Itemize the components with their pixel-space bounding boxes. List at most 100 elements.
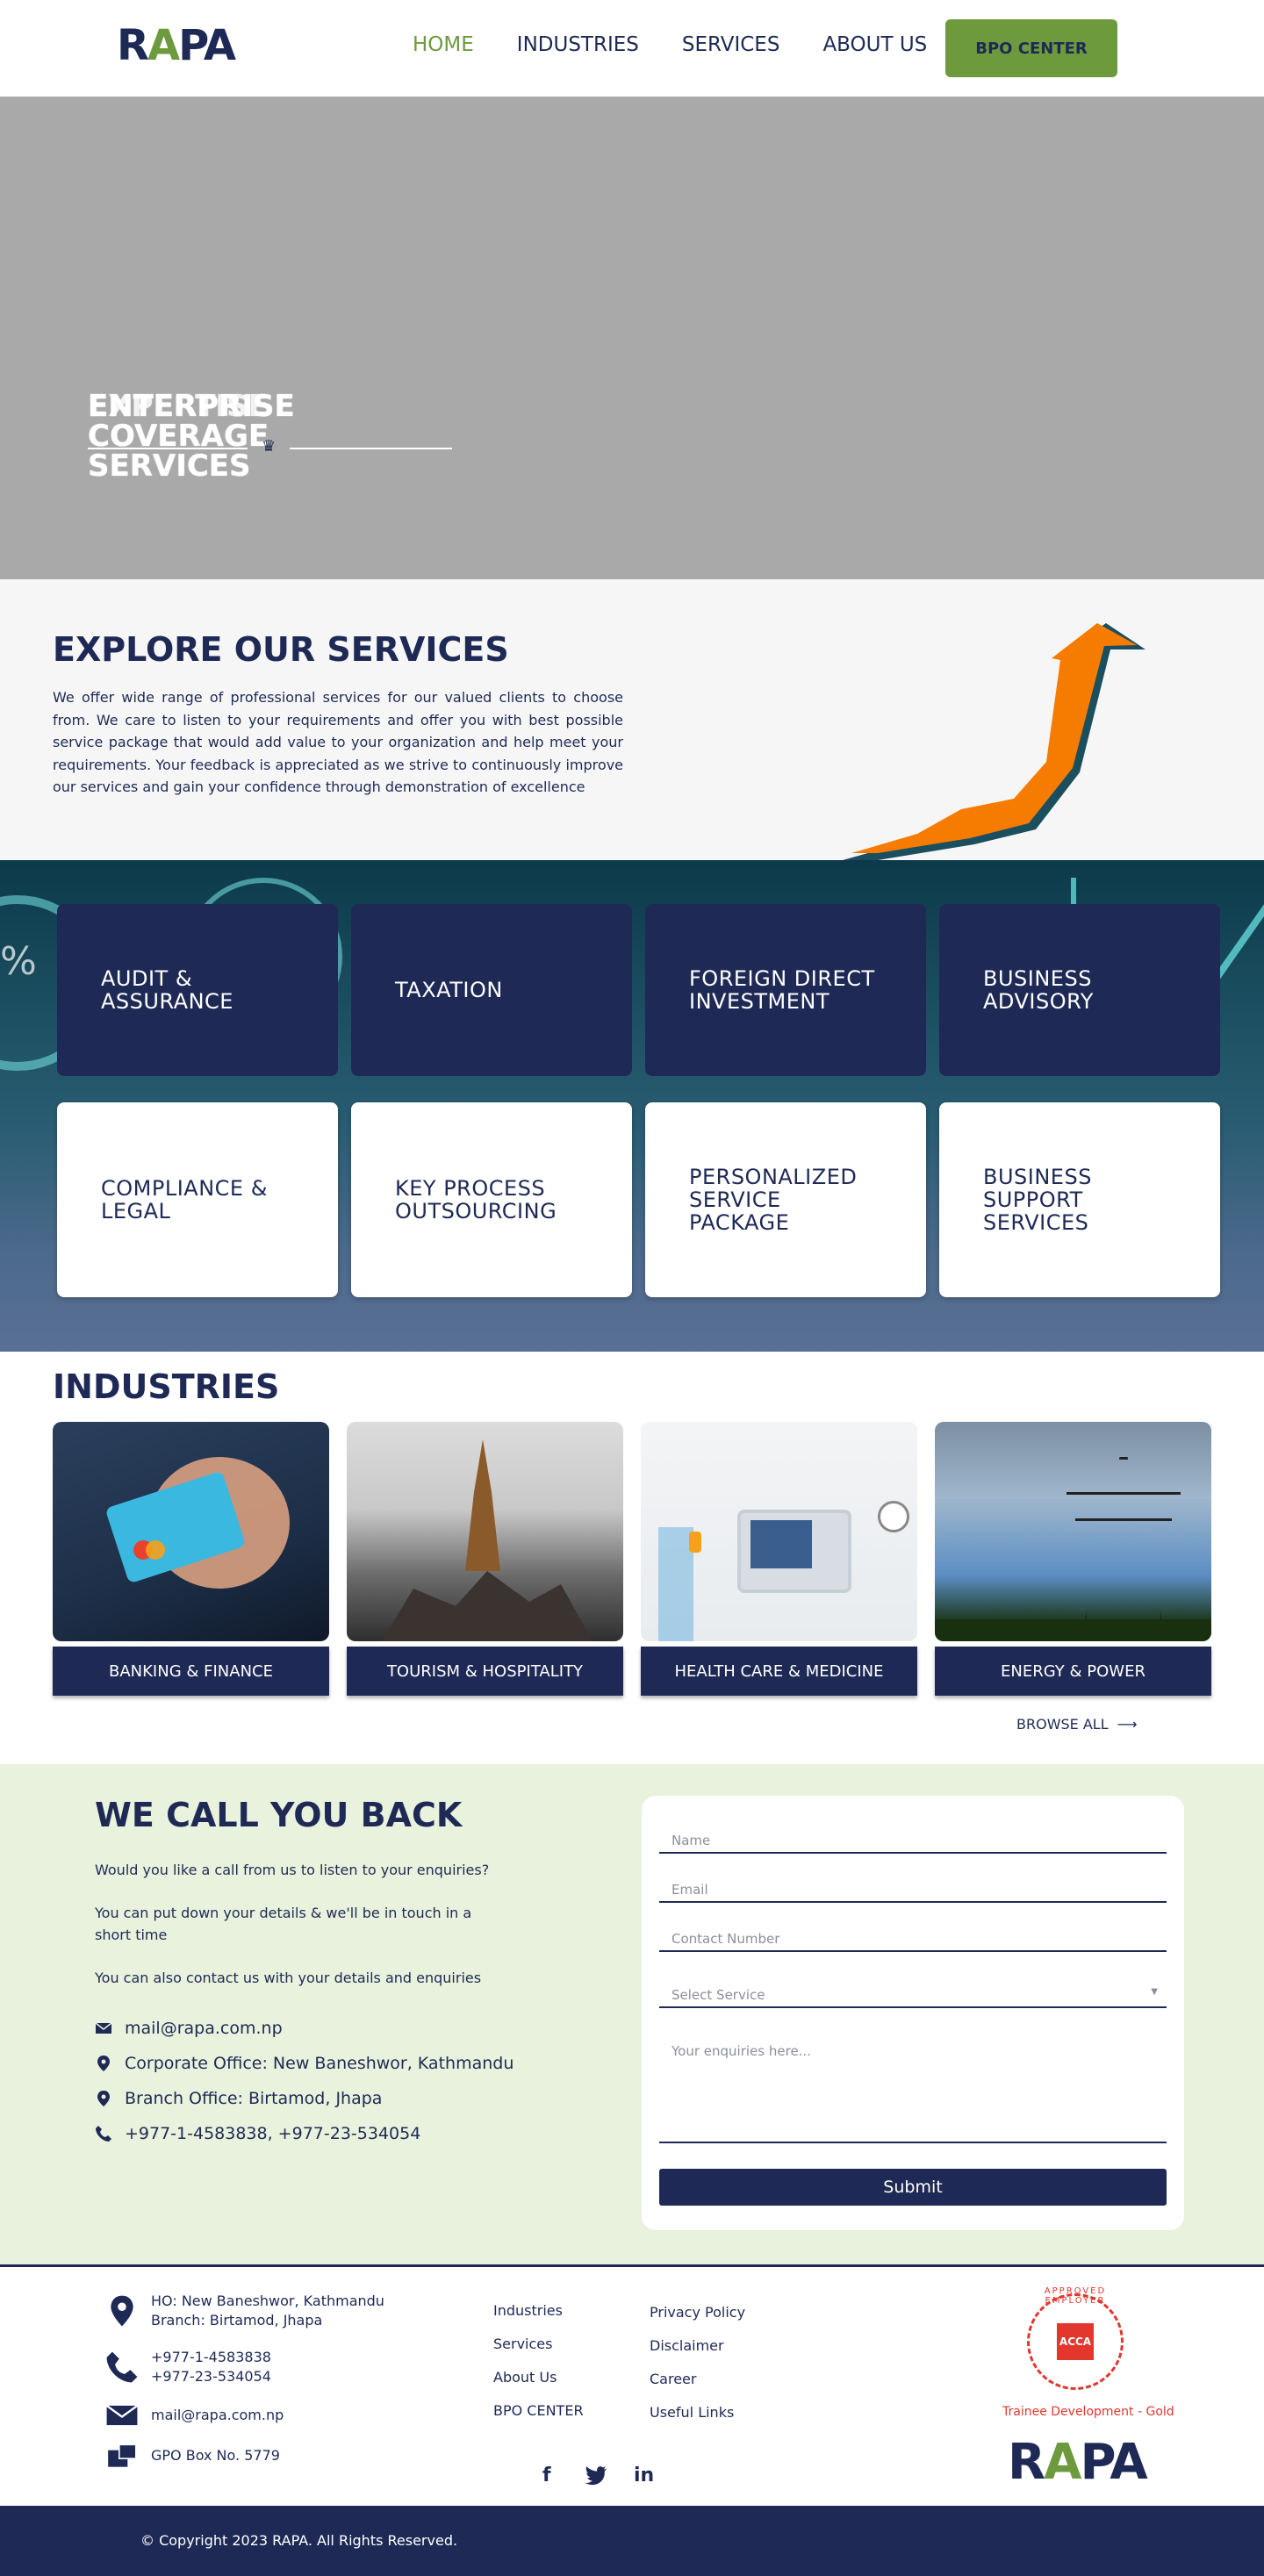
nav-about[interactable]: ABOUT US: [822, 33, 927, 56]
footer-phone-2[interactable]: +977-23-534054: [151, 2367, 271, 2386]
facebook-icon[interactable]: f: [542, 2465, 551, 2486]
linkedin-icon[interactable]: in: [634, 2465, 654, 2486]
contact-corporate-row: Corporate Office: New Baneshwor, Kathman…: [95, 2054, 514, 2073]
callback-heading: WE CALL YOU BACK: [95, 1796, 463, 1834]
industry-card-health[interactable]: HEALTH CARE & MEDICINE: [641, 1422, 917, 1696]
service-compliance[interactable]: COMPLIANCE & LEGAL: [57, 1102, 338, 1297]
footer-link-bpo[interactable]: BPO CENTER: [493, 2402, 584, 2419]
contact-phone-row: +977-1-4583838, +977-23-534054: [95, 2124, 420, 2143]
enquiry-textarea[interactable]: Your enquiries here...: [659, 2043, 1167, 2143]
footer-link-career[interactable]: Career: [650, 2371, 696, 2387]
hero-divider-right: [290, 448, 452, 449]
footer-pobox-text: GPO Box No. 5779: [151, 2447, 280, 2464]
growth-arrow-icon: [843, 623, 1146, 860]
hero-divider-left: [88, 448, 248, 449]
explore-heading: EXPLORE OUR SERVICES: [53, 630, 509, 669]
temple-image: [347, 1422, 623, 1641]
footer-phone-1[interactable]: +977-1-4583838: [151, 2348, 271, 2367]
footer-link-disclaimer[interactable]: Disclaimer: [650, 2337, 724, 2354]
service-select[interactable]: Select Service ▼: [659, 1987, 1167, 2008]
service-business-advisory[interactable]: BUSINESS ADVISORY: [939, 904, 1220, 1076]
contact-number-field[interactable]: Contact Number: [659, 1931, 1167, 1952]
callback-text-3: You can also contact us with your detail…: [95, 1970, 482, 1986]
footer-link-useful[interactable]: Useful Links: [650, 2404, 734, 2421]
industry-card-banking[interactable]: BANKING & FINANCE: [53, 1422, 329, 1696]
nav-home[interactable]: HOME: [413, 33, 474, 56]
phone-icon: [96, 2126, 111, 2142]
envelope-icon: [95, 2022, 112, 2034]
service-personalized[interactable]: PERSONALIZED SERVICE PACKAGE: [645, 1102, 926, 1297]
chevron-down-icon: ▼: [1151, 1987, 1158, 1997]
footer-address: HO: New Baneshwor, Kathmandu Branch: Birt…: [105, 2292, 384, 2330]
main-menu: HOME INDUSTRIES SERVICES ABOUT US: [413, 33, 970, 56]
contact-email[interactable]: mail@rapa.com.np: [125, 2019, 283, 2038]
browse-all-link[interactable]: BROWSE ALL ⟶: [1016, 1716, 1138, 1733]
service-audit[interactable]: AUDIT & ASSURANCE: [57, 904, 338, 1076]
contact-corporate: Corporate Office: New Baneshwor, Kathman…: [125, 2054, 514, 2073]
service-business-support[interactable]: BUSINESS SUPPORT SERVICES: [939, 1102, 1220, 1297]
acca-ring-text: APPROVED EMPLOYER: [1044, 2286, 1107, 2306]
acca-badge: ACCA: [1027, 2293, 1124, 2390]
industries-heading: INDUSTRIES: [53, 1367, 280, 1406]
location-pin-icon: [97, 2091, 110, 2106]
crown-icon: ♛: [262, 437, 276, 456]
site-logo[interactable]: RAPA: [117, 25, 236, 67]
email-field[interactable]: Email: [659, 1882, 1167, 1903]
footer-link-industries[interactable]: Industries: [493, 2302, 563, 2319]
footer-link-about[interactable]: About Us: [493, 2369, 557, 2386]
industry-label-health: HEALTH CARE & MEDICINE: [641, 1647, 917, 1696]
footer-email: mail@rapa.com.np: [105, 2399, 284, 2432]
medical-monitor-image: [641, 1422, 917, 1641]
footer-logo[interactable]: RAPA: [1008, 2438, 1148, 2487]
contact-email-row: mail@rapa.com.np: [95, 2019, 283, 2038]
service-kpo[interactable]: KEY PROCESS OUTSOURCING: [351, 1102, 632, 1297]
credit-card-image: [53, 1422, 329, 1641]
industry-card-tourism[interactable]: TOURISM & HOSPITALITY: [347, 1422, 623, 1696]
hero-overlay-text: EXPERTISE: [88, 389, 269, 424]
contact-phone[interactable]: +977-1-4583838, +977-23-534054: [125, 2124, 420, 2143]
contact-branch-row: Branch Office: Birtamod, Jhapa: [95, 2089, 382, 2108]
nav-services[interactable]: SERVICES: [682, 33, 780, 56]
envelope-icon: [105, 2404, 139, 2426]
percent-icon: %: [0, 939, 37, 984]
twitter-icon[interactable]: [585, 2466, 607, 2486]
location-pin-icon: [97, 2056, 110, 2071]
footer-email-link[interactable]: mail@rapa.com.np: [151, 2406, 284, 2425]
phone-icon: [106, 2351, 138, 2383]
explore-body: We offer wide range of professional serv…: [53, 689, 623, 795]
location-pin-icon: [111, 2295, 133, 2327]
copyright-text: © Copyright 2023 RAPA. All Rights Reserv…: [140, 2532, 458, 2549]
acca-tagline: Trainee Development - Gold: [1002, 2405, 1174, 2419]
footer: HO: New Baneshwor, Kathmandu Branch: Birt…: [0, 2264, 1264, 2506]
explore-section: EXPLORE OUR SERVICES We offer wide range…: [0, 579, 1264, 860]
footer-pobox: GPO Box No. 5779: [105, 2439, 280, 2472]
industry-label-energy: ENERGY & POWER: [935, 1647, 1211, 1696]
copyright-bar: © Copyright 2023 RAPA. All Rights Reserv…: [0, 2506, 1264, 2576]
industry-label-tourism: TOURISM & HOSPITALITY: [347, 1647, 623, 1696]
mailbox-icon: [108, 2443, 137, 2467]
callback-section: WE CALL YOU BACK Would you like a call f…: [0, 1764, 1264, 2264]
service-taxation[interactable]: TAXATION: [351, 904, 632, 1076]
callback-form: Name Email Contact Number Select Service…: [642, 1796, 1184, 2230]
name-field[interactable]: Name: [659, 1833, 1167, 1854]
bpo-center-button[interactable]: BPO CENTER: [945, 19, 1117, 77]
hero-title-line2: SERVICES: [88, 448, 251, 484]
industries-section: INDUSTRIES BANKING & FINANCE TOURISM & H…: [0, 1352, 1264, 1764]
top-nav: RAPA HOME INDUSTRIES SERVICES ABOUT US B…: [0, 0, 1264, 97]
hero-title: ENTERPRISE COVERAGE SERVICES EXPERTISE: [88, 391, 456, 481]
hero-banner: ENTERPRISE COVERAGE SERVICES EXPERTISE ♛: [0, 97, 1264, 579]
service-fdi[interactable]: FOREIGN DIRECT INVESTMENT: [645, 904, 926, 1076]
contact-branch: Branch Office: Birtamod, Jhapa: [125, 2089, 383, 2108]
industry-card-energy[interactable]: ENERGY & POWER: [935, 1422, 1211, 1696]
arrow-right-icon: ⟶: [1117, 1716, 1138, 1733]
industry-label-banking: BANKING & FINANCE: [53, 1647, 329, 1696]
nav-industries[interactable]: INDUSTRIES: [517, 33, 639, 56]
power-tower-image: [935, 1422, 1211, 1641]
submit-button[interactable]: Submit: [659, 2169, 1167, 2206]
footer-link-services[interactable]: Services: [493, 2336, 552, 2352]
footer-link-privacy[interactable]: Privacy Policy: [650, 2304, 745, 2321]
callback-text-1: Would you like a call from us to listen …: [95, 1862, 490, 1878]
page: RAPA HOME INDUSTRIES SERVICES ABOUT US B…: [0, 0, 1264, 2576]
callback-text-2: You can put down your details & we'll be…: [95, 1905, 472, 1943]
footer-phones: +977-1-4583838 +977-23-534054: [105, 2348, 271, 2386]
